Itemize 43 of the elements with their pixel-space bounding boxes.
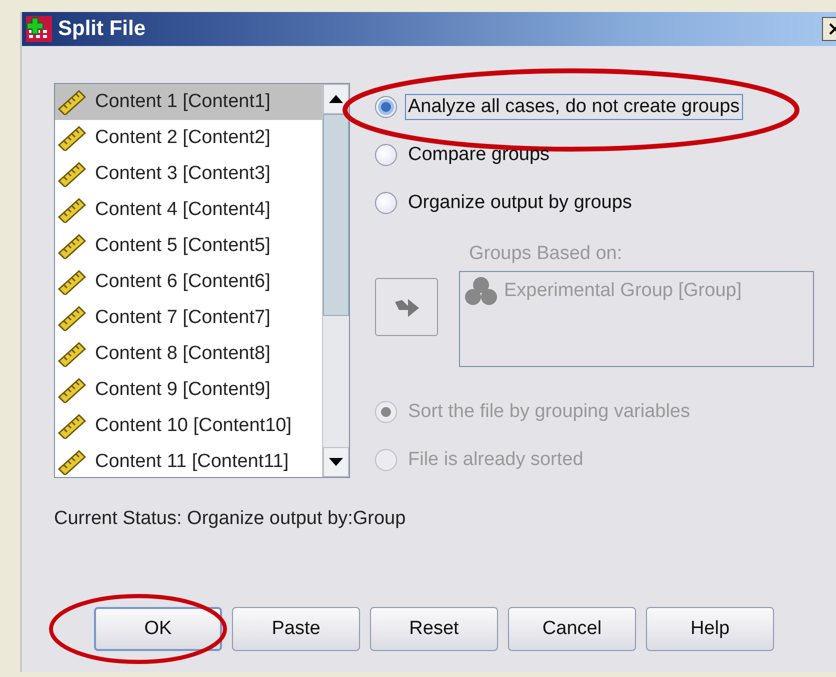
nominal-icon — [464, 276, 498, 306]
variable-item[interactable]: Content 7 [Content7] — [55, 300, 322, 336]
app-icon — [26, 16, 52, 42]
variable-item[interactable]: Content 11 [Content11] — [55, 444, 322, 477]
dialog-button[interactable]: Paste — [232, 607, 360, 651]
variable-item[interactable]: Content 4 [Content4] — [55, 192, 322, 228]
ruler-icon — [57, 233, 87, 259]
scroll-bar[interactable] — [322, 84, 349, 477]
radio-label[interactable]: Organize output by groups — [405, 190, 635, 216]
radio-label[interactable]: Analyze all cases, do not create groups — [405, 94, 743, 120]
dialog-button[interactable]: Cancel — [508, 607, 636, 651]
arrow-icon — [394, 296, 420, 318]
down-arrow-icon — [329, 458, 343, 466]
ruler-icon — [57, 89, 87, 115]
variable-item[interactable]: Content 2 [Content2] — [55, 120, 322, 156]
radio-button[interactable] — [375, 192, 397, 214]
move-button[interactable] — [375, 278, 438, 336]
radio-button[interactable] — [375, 144, 397, 166]
dialog-button[interactable]: Reset — [370, 607, 498, 651]
radio-button[interactable] — [375, 96, 397, 118]
ruler-icon — [57, 125, 87, 151]
up-arrow-icon — [329, 95, 343, 103]
variable-item[interactable]: Content 3 [Content3] — [55, 156, 322, 192]
ruler-icon — [57, 269, 87, 295]
dialog-button[interactable]: Help — [646, 607, 774, 651]
ruler-icon — [57, 449, 87, 475]
ruler-icon — [57, 413, 87, 439]
radio-label[interactable]: Compare groups — [405, 142, 553, 168]
ruler-icon — [57, 377, 87, 403]
status-text: Current Status: Organize output by:Group — [54, 508, 407, 530]
ruler-icon — [57, 161, 87, 187]
groups-label: Groups Based on: — [469, 243, 624, 265]
ruler-icon — [57, 341, 87, 367]
variable-item[interactable]: Content 1 [Content1] — [55, 84, 322, 120]
variable-item[interactable]: Content 9 [Content9] — [55, 372, 322, 408]
ruler-icon — [57, 305, 87, 331]
dialog-button[interactable]: OK — [94, 607, 222, 651]
variable-item[interactable]: Content 8 [Content8] — [55, 336, 322, 372]
ruler-icon — [57, 197, 87, 223]
variable-item[interactable]: Content 6 [Content6] — [55, 264, 322, 300]
variable-item[interactable]: Content 10 [Content10] — [55, 408, 322, 444]
variable-item[interactable]: Content 5 [Content5] — [55, 228, 322, 264]
window-title: Split File — [58, 17, 146, 41]
